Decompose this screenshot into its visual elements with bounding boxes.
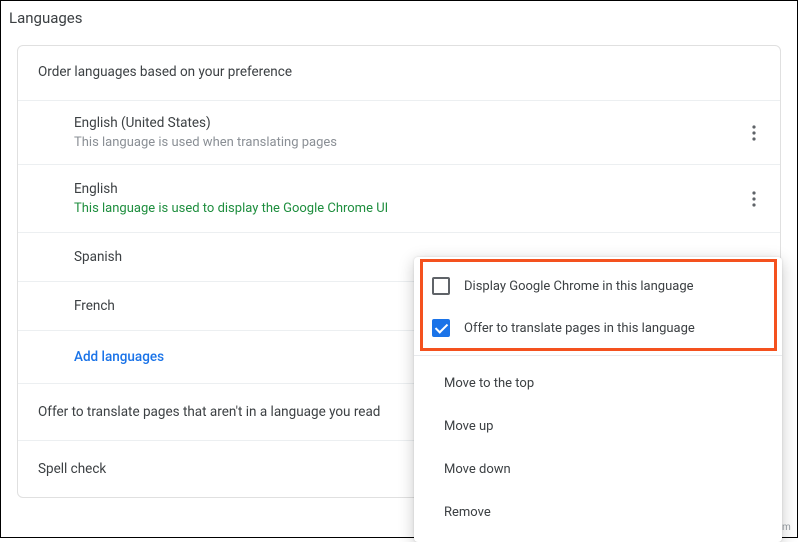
language-name: English (United States) (74, 115, 740, 131)
more-options-button[interactable] (740, 119, 768, 147)
language-subtitle: This language is used when translating p… (74, 135, 740, 150)
menu-move-down[interactable]: Move down (414, 448, 782, 491)
menu-item-label: Display Google Chrome in this language (464, 279, 694, 294)
language-subtitle: This language is used to display the Goo… (74, 201, 740, 216)
menu-offer-translate[interactable]: Offer to translate pages in this languag… (414, 307, 782, 349)
checkbox-unchecked-icon (432, 277, 450, 295)
checkbox-checked-icon (432, 319, 450, 337)
language-row: English (United States) This language is… (18, 100, 780, 164)
more-vert-icon (752, 125, 756, 141)
more-options-button[interactable] (740, 185, 768, 213)
more-vert-icon (752, 191, 756, 207)
menu-remove[interactable]: Remove (414, 491, 782, 534)
menu-move-top[interactable]: Move to the top (414, 362, 782, 405)
language-context-menu: Display Google Chrome in this language O… (414, 257, 782, 542)
menu-item-label: Offer to translate pages in this languag… (464, 321, 695, 336)
page-title: Languages (1, 1, 797, 45)
language-name: English (74, 181, 740, 197)
menu-move-up[interactable]: Move up (414, 405, 782, 448)
language-row: English This language is used to display… (18, 164, 780, 232)
add-languages-link[interactable]: Add languages (74, 349, 164, 365)
menu-separator (414, 355, 782, 356)
order-preference-label: Order languages based on your preference (18, 46, 780, 100)
menu-display-in-language[interactable]: Display Google Chrome in this language (414, 265, 782, 307)
